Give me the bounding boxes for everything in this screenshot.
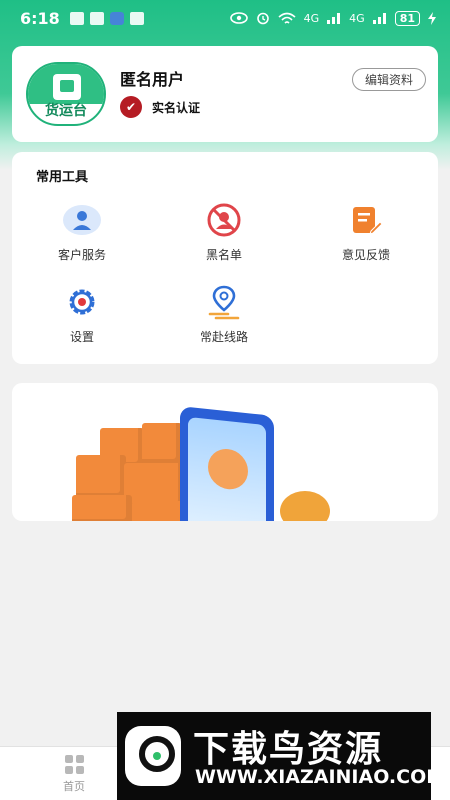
verified-badge-icon: ✔ <box>120 96 142 118</box>
tools-title: 常用工具 <box>36 170 89 185</box>
watermark-bird-icon <box>125 726 181 786</box>
tools-card: 常用工具 客户服务 黑名单 意见反馈 设置 常赴线路 <box>12 152 438 364</box>
watermark-url: WWW.XIAZAINIAO.COM <box>195 766 446 788</box>
tool-label: 常赴线路 <box>199 330 248 344</box>
nav-home[interactable]: 首页 <box>54 755 94 794</box>
verify-label: 实名认证 <box>152 100 201 115</box>
profile-card: 货运台 匿名用户 ✔ 实名认证 编辑资料 <box>12 46 438 142</box>
banner-phone-illustration <box>180 406 274 521</box>
tool-route[interactable]: 常赴线路 <box>164 282 284 345</box>
route-icon <box>204 282 244 322</box>
tool-label: 黑名单 <box>205 248 242 262</box>
promo-banner[interactable] <box>12 383 438 521</box>
customer-service-icon <box>62 200 102 240</box>
blacklist-icon <box>204 200 244 240</box>
watermark-overlay: 下载鸟资源 WWW.XIAZAINIAO.COM <box>117 712 445 800</box>
username: 匿名用户 <box>120 70 185 89</box>
signal-label-2: 4G <box>349 11 365 25</box>
app-notification-icon <box>89 11 104 25</box>
nav-home-label: 首页 <box>63 780 85 793</box>
notification-icons <box>69 11 144 25</box>
home-grid-icon <box>54 755 94 774</box>
tool-blacklist[interactable]: 黑名单 <box>164 200 284 263</box>
app-notification-icon <box>109 11 124 25</box>
app-notification-icon <box>129 11 144 25</box>
signal-icon <box>327 13 341 24</box>
tool-feedback[interactable]: 意见反馈 <box>306 200 426 263</box>
app-notification-icon <box>69 11 84 25</box>
alarm-icon <box>256 12 269 25</box>
app-logo: 货运台 <box>26 62 106 126</box>
banner-package <box>72 495 132 521</box>
signal-label-1: 4G <box>303 11 320 25</box>
eye-icon <box>229 12 248 24</box>
banner-package <box>142 423 182 465</box>
wifi-icon <box>278 12 296 24</box>
tool-customer-service[interactable]: 客户服务 <box>22 200 142 263</box>
truck-icon <box>53 74 81 100</box>
settings-icon <box>62 282 102 322</box>
verification-status: ✔ 实名认证 <box>120 96 200 118</box>
banner-tree-illustration <box>280 491 330 521</box>
status-bar: 6:18 4G 4G 81 <box>0 0 450 36</box>
status-time: 6:18 <box>20 8 60 28</box>
battery-level: 81 <box>394 10 420 26</box>
signal-icon <box>372 13 386 24</box>
banner-package <box>76 455 126 499</box>
tool-label: 客户服务 <box>57 248 106 262</box>
tool-label: 设置 <box>69 330 94 344</box>
charging-icon <box>428 11 436 25</box>
edit-profile-button[interactable]: 编辑资料 <box>351 68 426 91</box>
watermark-title: 下载鸟资源 <box>193 729 384 770</box>
tool-settings[interactable]: 设置 <box>22 282 142 345</box>
logo-text: 货运台 <box>45 103 87 119</box>
feedback-icon <box>346 200 386 240</box>
tool-label: 意见反馈 <box>341 248 390 262</box>
